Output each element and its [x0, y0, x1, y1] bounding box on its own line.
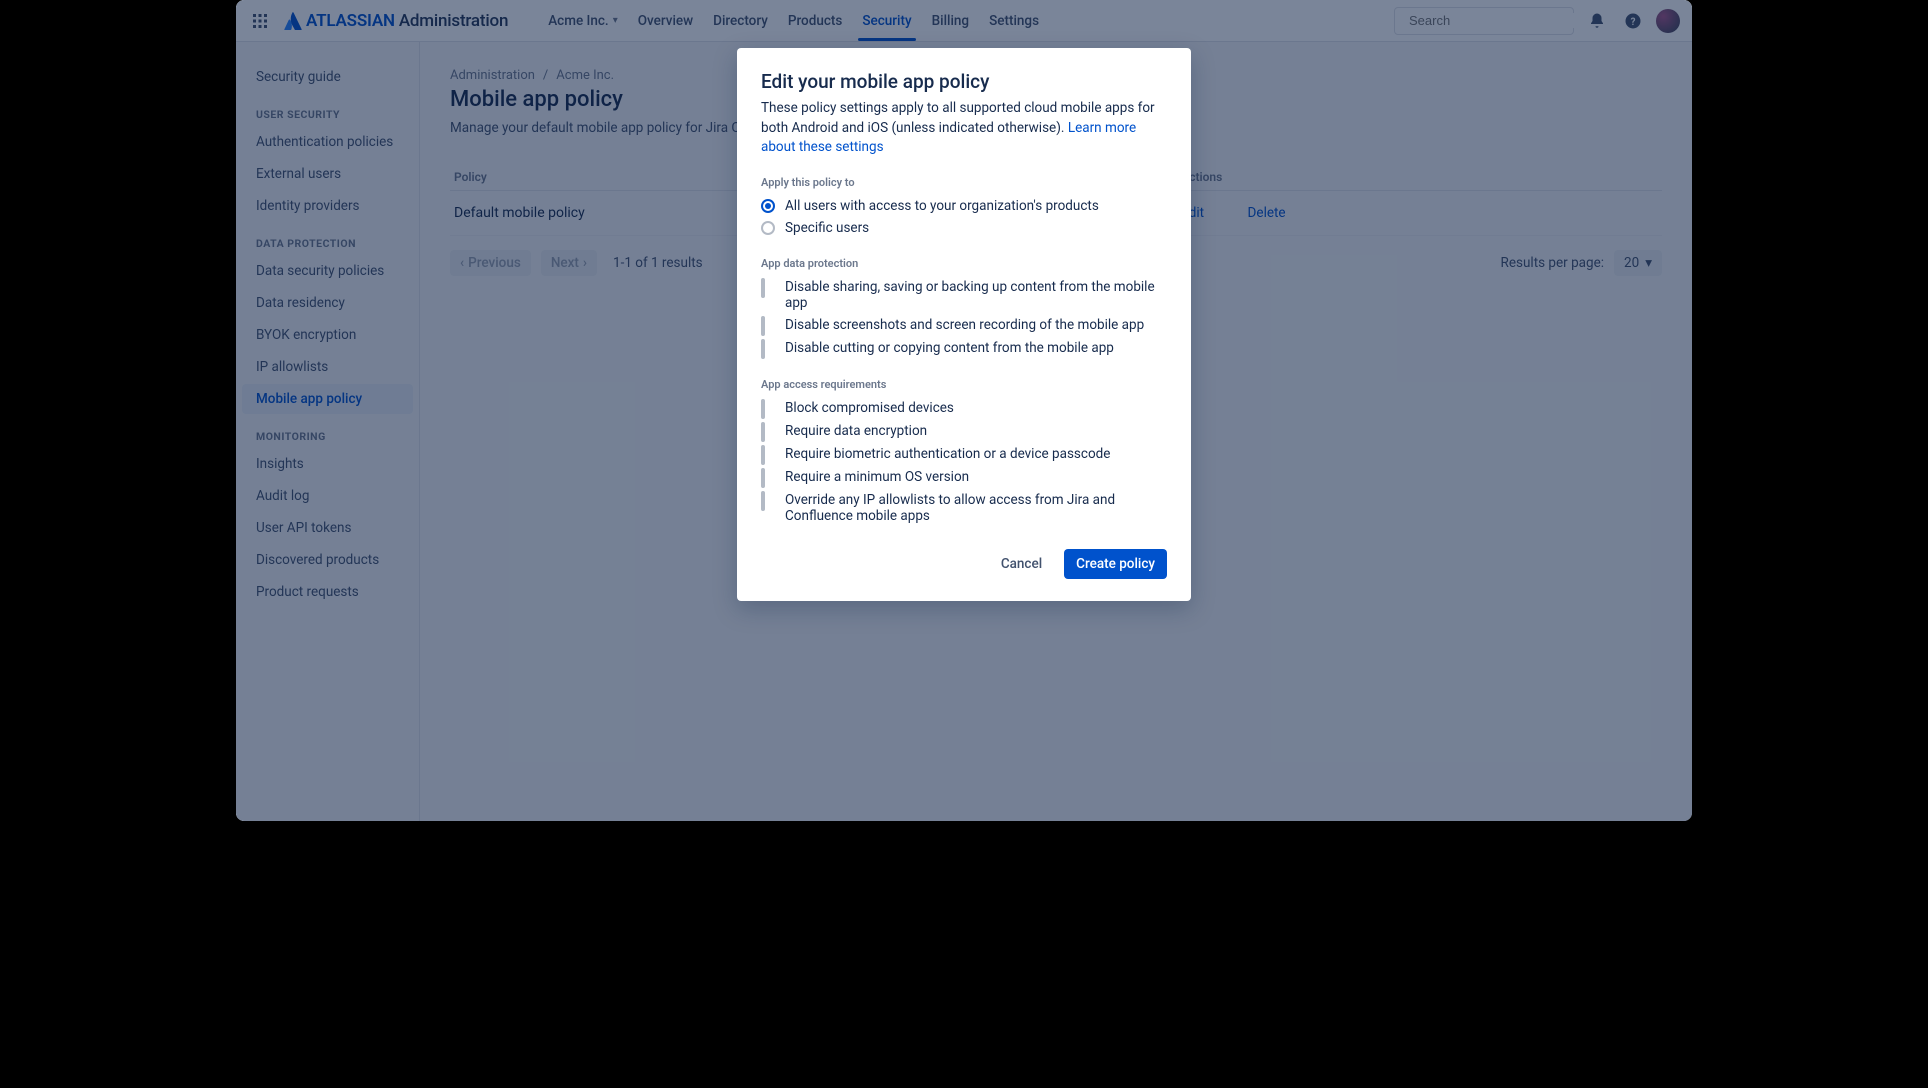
radio-icon — [761, 221, 775, 235]
create-policy-button[interactable]: Create policy — [1064, 549, 1167, 579]
radio-specific-users[interactable]: Specific users — [761, 217, 1167, 239]
check-require-min-os[interactable]: Require a minimum OS version — [761, 466, 1167, 489]
checkbox-icon — [761, 278, 765, 298]
check-label: Disable cutting or copying content from … — [785, 340, 1114, 356]
check-label: Disable screenshots and screen recording… — [785, 317, 1144, 333]
check-disable-sharing[interactable]: Disable sharing, saving or backing up co… — [761, 276, 1167, 314]
check-override-ip-allowlists[interactable]: Override any IP allowlists to allow acce… — [761, 489, 1167, 527]
check-block-compromised[interactable]: Block compromised devices — [761, 397, 1167, 420]
checkbox-icon — [761, 399, 765, 419]
check-label: Require biometric authentication or a de… — [785, 446, 1110, 462]
modal-title: Edit your mobile app policy — [761, 70, 1167, 93]
modal-description: These policy settings apply to all suppo… — [761, 99, 1167, 158]
check-label: Require data encryption — [785, 423, 927, 439]
check-label: Override any IP allowlists to allow acce… — [785, 492, 1167, 524]
checkbox-icon — [761, 445, 765, 465]
radio-label: All users with access to your organizati… — [785, 198, 1099, 214]
apply-to-heading: Apply this policy to — [761, 176, 1167, 189]
radio-icon — [761, 199, 775, 213]
modal-scrim[interactable]: Edit your mobile app policy These policy… — [236, 0, 1692, 821]
checkbox-icon — [761, 316, 765, 336]
cancel-button[interactable]: Cancel — [989, 549, 1054, 579]
radio-label: Specific users — [785, 220, 869, 236]
check-require-biometric[interactable]: Require biometric authentication or a de… — [761, 443, 1167, 466]
check-disable-cut-copy[interactable]: Disable cutting or copying content from … — [761, 337, 1167, 360]
edit-policy-modal: Edit your mobile app policy These policy… — [737, 48, 1191, 601]
checkbox-icon — [761, 491, 765, 511]
checkbox-icon — [761, 422, 765, 442]
check-label: Disable sharing, saving or backing up co… — [785, 279, 1167, 311]
access-requirements-heading: App access requirements — [761, 378, 1167, 391]
checkbox-icon — [761, 468, 765, 488]
check-label: Block compromised devices — [785, 400, 954, 416]
check-label: Require a minimum OS version — [785, 469, 969, 485]
data-protection-heading: App data protection — [761, 257, 1167, 270]
check-disable-screenshots[interactable]: Disable screenshots and screen recording… — [761, 314, 1167, 337]
check-require-encryption[interactable]: Require data encryption — [761, 420, 1167, 443]
radio-all-users[interactable]: All users with access to your organizati… — [761, 195, 1167, 217]
checkbox-icon — [761, 339, 765, 359]
